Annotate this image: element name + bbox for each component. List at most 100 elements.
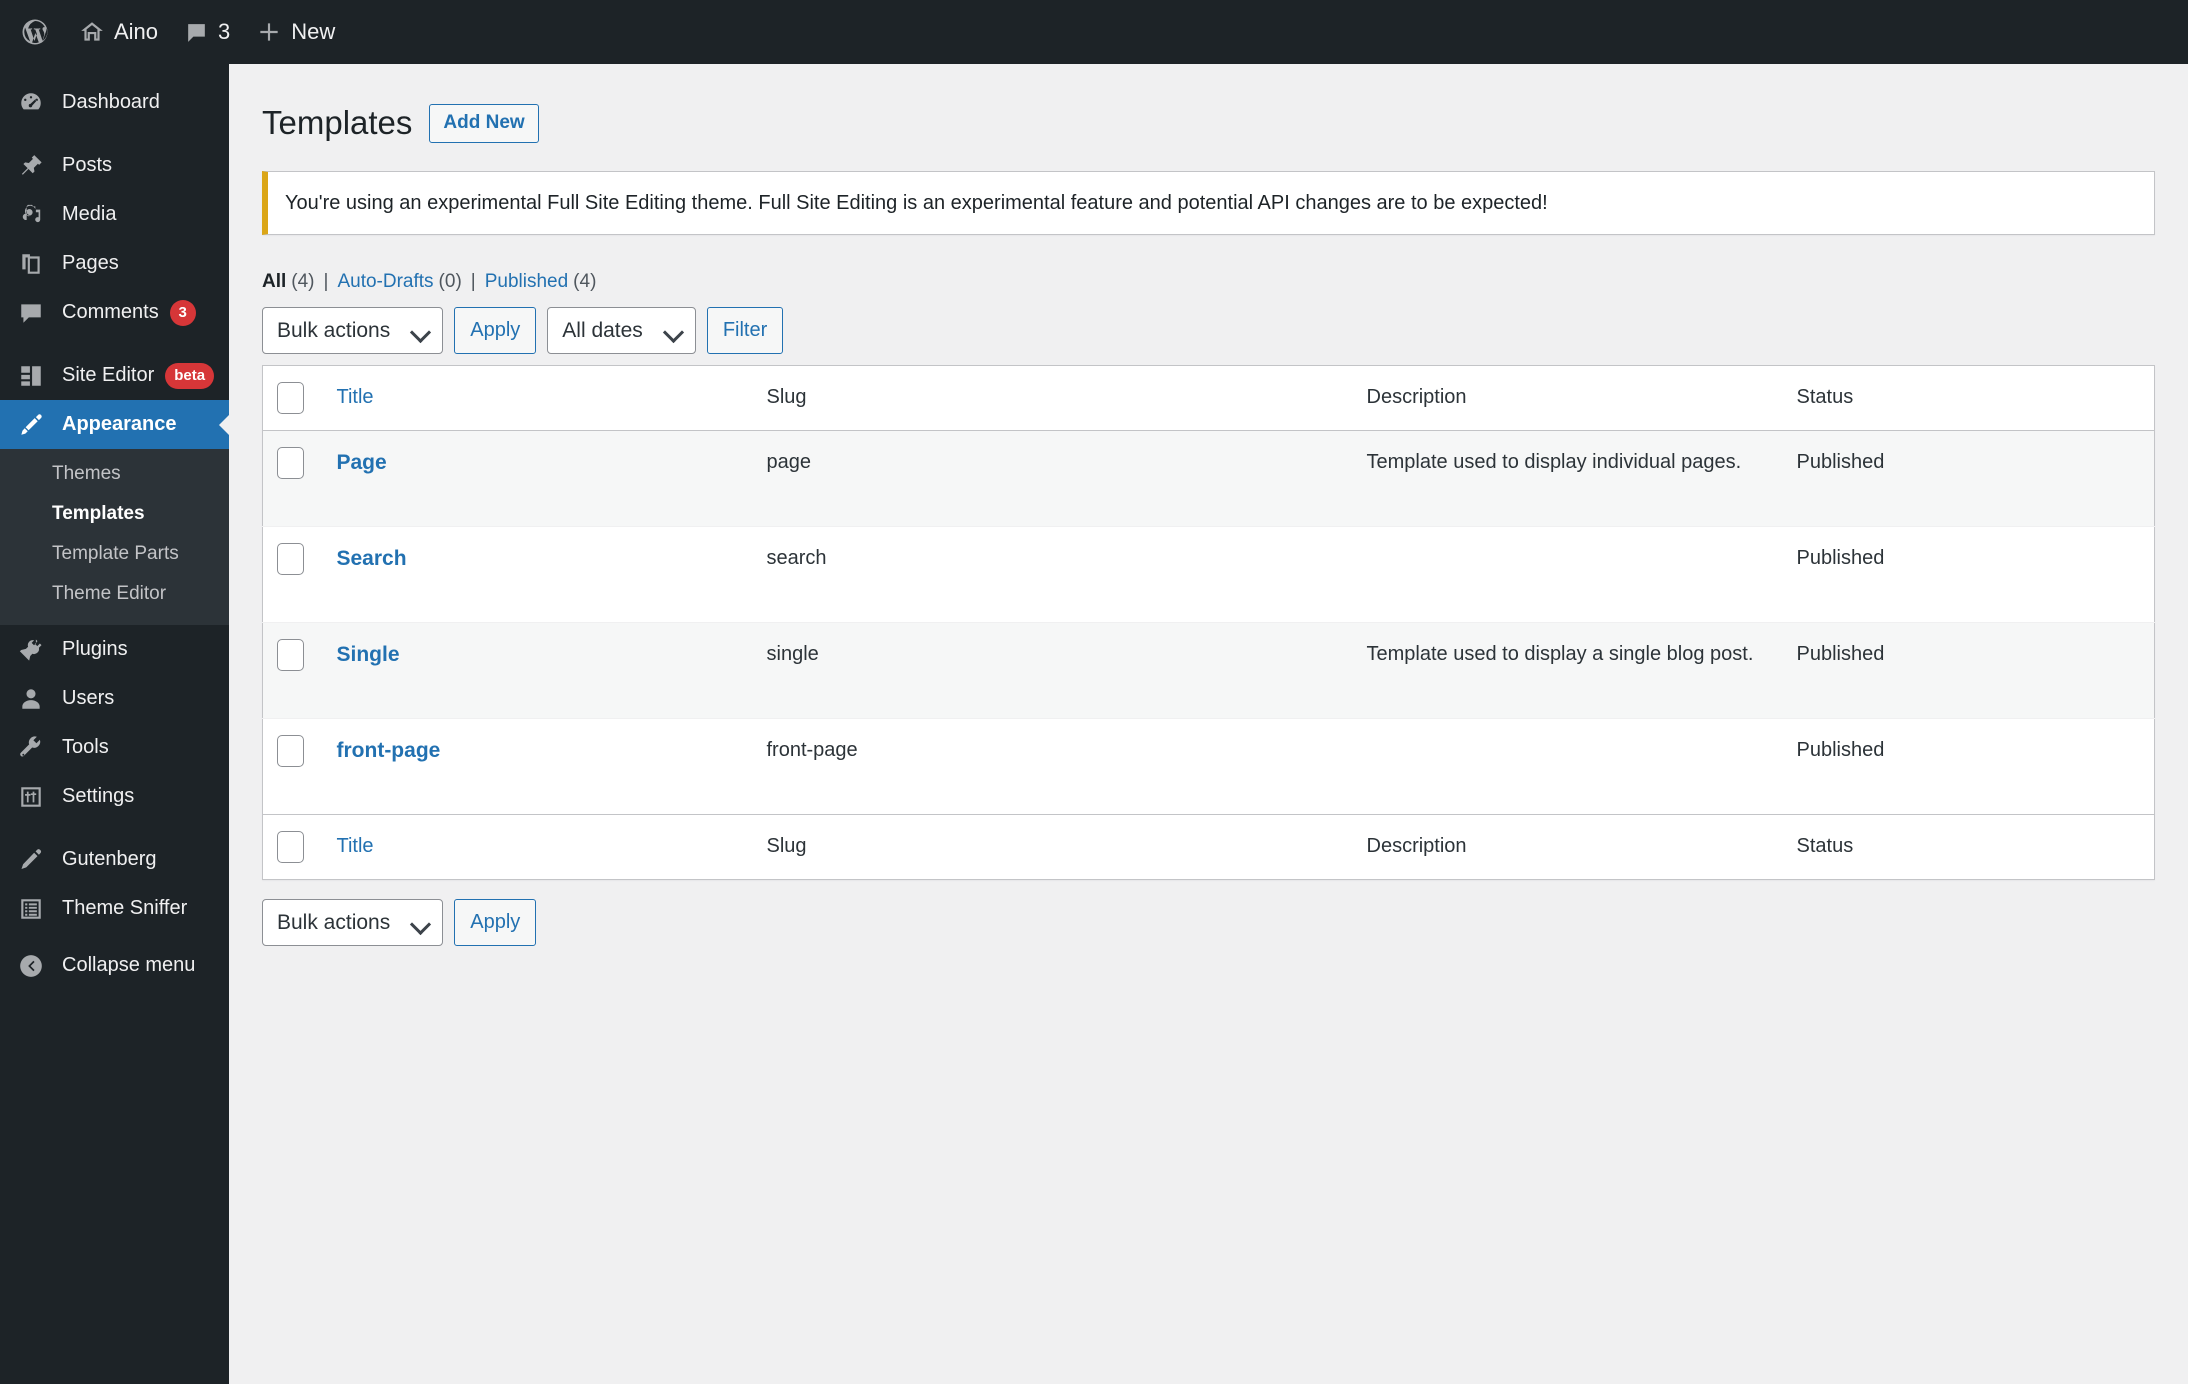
site-name-menu[interactable]: Aino <box>66 0 171 64</box>
media-camera-music-icon <box>18 202 52 228</box>
column-footer-status: Status <box>1782 813 2155 880</box>
row-status-cell: Published <box>1796 546 1885 569</box>
sidebar-item-label: Gutenberg <box>62 848 157 870</box>
date-filter-select[interactable]: All dates <box>547 306 696 354</box>
view-link-auto-drafts-wrap: Auto-Drafts (0) | <box>337 271 484 293</box>
sidebar-item-gutenberg[interactable]: Gutenberg <box>0 835 229 884</box>
sort-by-title-link-footer[interactable]: Title <box>337 835 374 857</box>
table-row[interactable]: Search search Published <box>262 526 2155 623</box>
select-all-header <box>262 365 323 431</box>
main-content-area: Templates Add New You're using an experi… <box>229 64 2188 1384</box>
view-divider-2: | <box>470 270 476 292</box>
admin-sidebar-menu: Dashboard Posts Media Pages Comments 3 S… <box>0 64 229 1384</box>
sidebar-item-dashboard[interactable]: Dashboard <box>0 78 229 127</box>
sidebar-item-plugins[interactable]: Plugins <box>0 625 229 674</box>
bulk-actions-value-top: Bulk actions <box>277 318 391 342</box>
apply-button-top[interactable]: Apply <box>454 306 537 354</box>
row-checkbox[interactable] <box>277 638 304 671</box>
menu-spacer-2 <box>0 337 229 351</box>
sidebar-item-label: Users <box>62 687 115 709</box>
sidebar-item-posts[interactable]: Posts <box>0 141 229 190</box>
bulk-actions-select-bottom[interactable]: Bulk actions <box>262 898 444 946</box>
new-content-label: New <box>291 19 336 44</box>
date-filter-value: All dates <box>562 318 643 342</box>
filter-button[interactable]: Filter <box>706 306 784 354</box>
row-title-link[interactable]: front-page <box>337 739 441 762</box>
select-all-checkbox-footer[interactable] <box>277 830 304 863</box>
collapse-arrow-icon <box>18 953 52 979</box>
row-checkbox[interactable] <box>277 446 304 479</box>
view-link-published[interactable]: Published <box>485 271 568 293</box>
collapse-menu-button[interactable]: Collapse menu <box>0 941 229 990</box>
row-status-cell: Published <box>1796 738 1885 761</box>
appearance-submenu: Themes Templates Template Parts Theme Ed… <box>0 449 229 625</box>
pages-stack-icon <box>18 251 52 277</box>
table-footer-row: Title Slug Description Status <box>262 813 2155 880</box>
new-content-button[interactable]: New <box>243 0 348 64</box>
bulk-actions-select-top[interactable]: Bulk actions <box>262 306 444 354</box>
row-checkbox[interactable] <box>277 734 304 767</box>
table-row[interactable]: Page page Template used to display indiv… <box>262 430 2155 527</box>
row-description-cell <box>1353 718 1783 814</box>
sidebar-item-pages[interactable]: Pages <box>0 239 229 288</box>
select-all-footer-header <box>262 813 323 880</box>
sidebar-item-templates[interactable]: Templates <box>0 494 229 534</box>
row-title-cell: Search <box>323 526 753 622</box>
table-header-row: Title Slug Description Status <box>262 365 2155 431</box>
sidebar-item-label: Tools <box>62 736 109 758</box>
table-row[interactable]: Single single Template used to display a… <box>262 622 2155 719</box>
column-header-status: Status <box>1782 365 2155 431</box>
row-slug-cell: page <box>766 450 812 473</box>
sidebar-item-themes[interactable]: Themes <box>0 454 229 494</box>
row-title-link[interactable]: Search <box>337 547 407 570</box>
chevron-down-icon <box>410 322 432 344</box>
wrench-icon <box>18 735 52 761</box>
sidebar-item-comments[interactable]: Comments 3 <box>0 288 229 337</box>
comments-bubble-button[interactable]: 3 <box>171 0 243 64</box>
sort-by-title-link[interactable]: Title <box>337 386 374 408</box>
site-name-label: Aino <box>114 19 159 44</box>
row-title-cell: Page <box>323 430 753 526</box>
table-row[interactable]: front-page front-page Published <box>262 718 2155 815</box>
sidebar-item-tools[interactable]: Tools <box>0 723 229 772</box>
table-head: Title Slug Description Status <box>262 365 2155 431</box>
row-slug-cell: single <box>766 642 819 665</box>
sidebar-item-users[interactable]: Users <box>0 674 229 723</box>
row-select-cell <box>263 622 323 718</box>
apply-button-bottom[interactable]: Apply <box>454 898 537 946</box>
paintbrush-icon <box>18 412 52 438</box>
sidebar-item-label: Pages <box>62 252 119 274</box>
comment-bubble-icon <box>184 20 209 45</box>
fse-experimental-notice: You're using an experimental Full Site E… <box>262 170 2155 235</box>
sidebar-item-appearance[interactable]: Appearance <box>0 400 229 449</box>
sidebar-item-site-editor[interactable]: Site Editor beta <box>0 351 229 400</box>
page-title: Templates <box>262 104 413 141</box>
sidebar-item-theme-editor[interactable]: Theme Editor <box>0 574 229 614</box>
column-footer-title: Title <box>322 813 753 880</box>
sidebar-item-media[interactable]: Media <box>0 190 229 239</box>
row-status-cell: Published <box>1796 450 1885 473</box>
view-link-all[interactable]: All <box>262 271 286 293</box>
sidebar-item-theme-sniffer[interactable]: Theme Sniffer <box>0 884 229 933</box>
select-all-checkbox[interactable] <box>277 381 304 414</box>
row-title-link[interactable]: Page <box>337 451 387 474</box>
column-footer-slug: Slug <box>752 813 1353 880</box>
sidebar-item-label: Dashboard <box>62 91 160 113</box>
page-header: Templates Add New <box>262 78 2155 145</box>
menu-spacer-top <box>0 64 229 78</box>
wordpress-logo-button[interactable] <box>0 0 66 64</box>
add-new-button[interactable]: Add New <box>429 103 539 144</box>
tablenav-top: Bulk actions Apply All dates Filter <box>262 306 2155 354</box>
table-body: Page page Template used to display indiv… <box>262 430 2155 815</box>
view-link-auto-drafts[interactable]: Auto-Drafts <box>337 271 433 293</box>
sidebar-item-label: Settings <box>62 785 135 807</box>
column-header-slug: Slug <box>752 365 1353 431</box>
sidebar-item-settings[interactable]: Settings <box>0 772 229 821</box>
sidebar-item-label: Appearance <box>62 413 177 435</box>
row-title-link[interactable]: Single <box>337 643 400 666</box>
sidebar-item-label: Posts <box>62 154 113 176</box>
site-editor-layout-icon <box>18 363 52 389</box>
row-select-cell <box>263 718 323 814</box>
sidebar-item-template-parts[interactable]: Template Parts <box>0 534 229 574</box>
row-checkbox[interactable] <box>277 542 304 575</box>
